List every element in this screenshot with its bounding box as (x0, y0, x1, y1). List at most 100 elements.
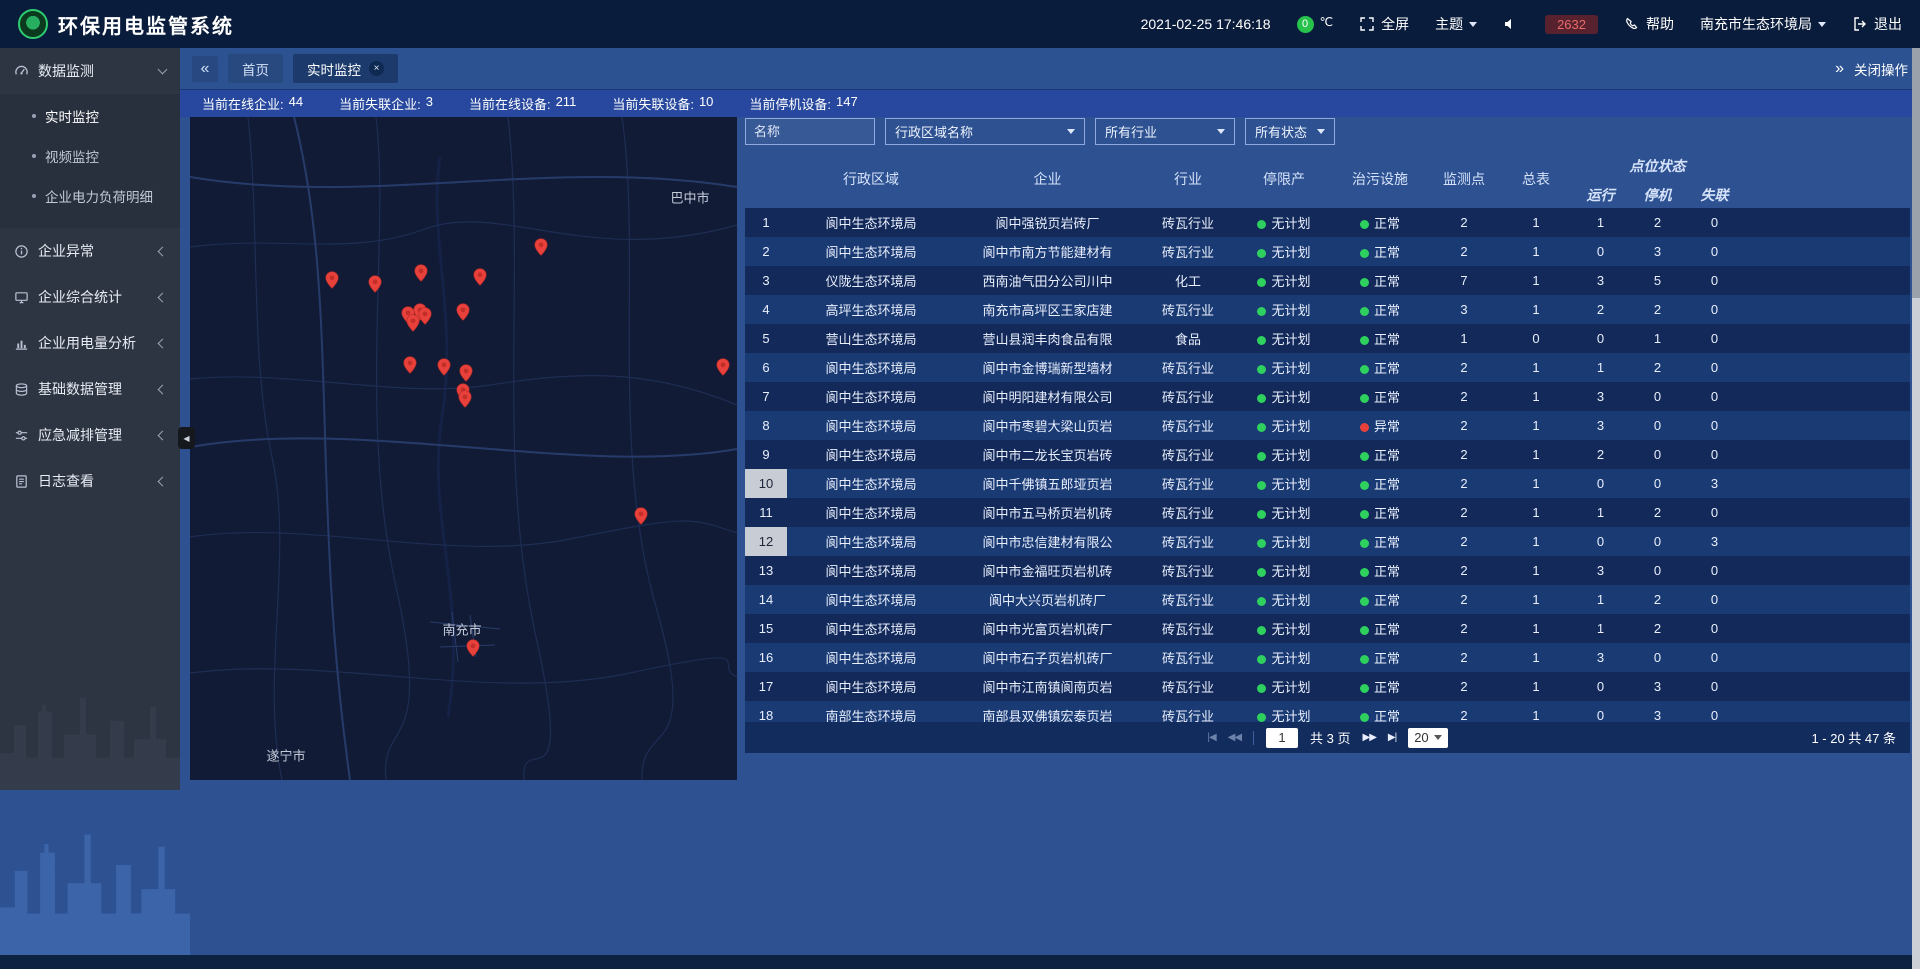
table-row[interactable]: 1阆中生态环境局阆中强锐页岩砖厂砖瓦行业无计划正常21120 (745, 208, 1910, 237)
notification-count-badge[interactable]: 2632 (1545, 15, 1598, 34)
stat-value: 147 (836, 94, 858, 113)
collapse-panel-button[interactable]: ◀ (178, 427, 195, 449)
cell-limit: 无计划 (1236, 498, 1332, 527)
col-status-group: 点位状态 (1572, 150, 1743, 182)
sidebar-item[interactable]: 企业综合统计 (0, 274, 180, 320)
table-row[interactable]: 2阆中生态环境局阆中市南方节能建材有砖瓦行业无计划正常21030 (745, 237, 1910, 266)
sidebar-subitem[interactable]: 视频监控 (0, 136, 180, 176)
cell-lost: 0 (1686, 498, 1743, 527)
table-row[interactable]: 12阆中生态环境局阆中市忠信建材有限公砖瓦行业无计划正常21003 (745, 527, 1910, 556)
help-button[interactable]: 帮助 (1624, 14, 1674, 34)
stat-value: 44 (289, 94, 303, 113)
logout-button[interactable]: 退出 (1852, 14, 1902, 34)
map-marker[interactable] (366, 272, 385, 296)
status-dot-green (1360, 307, 1369, 316)
cell-industry: 砖瓦行业 (1140, 672, 1236, 701)
sidebar-item[interactable]: 基础数据管理 (0, 366, 180, 412)
table-row[interactable]: 13阆中生态环境局阆中市金福旺页岩机砖砖瓦行业无计划正常21300 (745, 556, 1910, 585)
cell-filler (1743, 208, 1910, 237)
sidebar-item[interactable]: 企业异常 (0, 228, 180, 274)
page-size-select[interactable]: 20 (1408, 728, 1447, 748)
status-dot-green (1360, 220, 1369, 229)
cell-limit: 无计划 (1236, 440, 1332, 469)
chevron-down-icon (1217, 129, 1225, 134)
sidebar-item[interactable]: 应急减排管理 (0, 412, 180, 458)
status-select[interactable]: 所有状态 (1245, 118, 1335, 145)
status-dot-green (1257, 626, 1266, 635)
map-marker[interactable] (632, 504, 651, 528)
chevron-down-icon (158, 65, 168, 75)
industry-select-value: 所有行业 (1105, 122, 1157, 141)
sidebar-item[interactable]: 企业用电量分析 (0, 320, 180, 366)
first-page-button[interactable]: |◀ (1207, 732, 1215, 743)
table-row[interactable]: 10阆中生态环境局阆中千佛镇五郎垭页岩砖瓦行业无计划正常21003 (745, 469, 1910, 498)
close-operations-button[interactable]: » 关闭操作 (1835, 59, 1908, 79)
table-row[interactable]: 17阆中生态环境局阆中市江南镇阆南页岩砖瓦行业无计划正常21030 (745, 672, 1910, 701)
name-search-input[interactable] (745, 118, 875, 145)
table-row[interactable]: 6阆中生态环境局阆中市金博瑞新型墙材砖瓦行业无计划正常21120 (745, 353, 1910, 382)
map-marker[interactable] (471, 265, 490, 289)
theme-dropdown[interactable]: 主题 (1435, 14, 1477, 34)
cell-industry: 砖瓦行业 (1140, 643, 1236, 672)
industry-select[interactable]: 所有行业 (1095, 118, 1235, 145)
last-page-button[interactable]: ▶| (1388, 732, 1396, 743)
col-stop: 停机 (1629, 182, 1686, 208)
fullscreen-label: 全屏 (1381, 14, 1409, 34)
cell-lost: 3 (1686, 469, 1743, 498)
cell-region: 阆中生态环境局 (787, 585, 955, 614)
prev-page-button[interactable]: ◀◀ (1228, 732, 1241, 743)
cell-stop: 0 (1629, 382, 1686, 411)
map-marker[interactable] (454, 300, 473, 324)
sidebar-item-label: 应急减排管理 (38, 425, 122, 445)
map-roads-decoration (190, 117, 737, 780)
fullscreen-button[interactable]: 全屏 (1359, 14, 1409, 34)
cell-industry: 砖瓦行业 (1140, 701, 1236, 722)
table-row[interactable]: 5营山生态环境局营山县润丰肉食品有限食品无计划正常10010 (745, 324, 1910, 353)
cell-company: 阆中市南方节能建材有 (955, 237, 1140, 266)
map-marker[interactable] (401, 353, 420, 377)
tab-realtime-monitor[interactable]: 实时监控 × (293, 54, 398, 83)
map-marker[interactable] (435, 355, 454, 379)
close-tab-icon[interactable]: × (369, 61, 384, 76)
tabs-scroll-left-button[interactable]: « (192, 56, 218, 82)
map-marker[interactable] (404, 311, 423, 335)
close-operations-label: 关闭操作 (1854, 59, 1908, 79)
map-marker[interactable] (714, 355, 733, 379)
cell-points: 2 (1428, 208, 1500, 237)
table-row[interactable]: 3仪陇生态环境局西南油气田分公司川中化工无计划正常71350 (745, 266, 1910, 295)
page-number-input[interactable] (1266, 728, 1298, 748)
map-marker[interactable] (456, 387, 475, 411)
table-row[interactable]: 18南部生态环境局南部县双佛镇宏泰页岩砖瓦行业无计划正常21030 (745, 701, 1910, 722)
table-row[interactable]: 7阆中生态环境局阆中明阳建材有限公司砖瓦行业无计划正常21300 (745, 382, 1910, 411)
sidebar-item[interactable]: 数据监测 (0, 48, 180, 94)
map-marker[interactable] (323, 268, 342, 292)
table-row[interactable]: 15阆中生态环境局阆中市光富页岩机砖厂砖瓦行业无计划正常21120 (745, 614, 1910, 643)
cell-lost: 0 (1686, 208, 1743, 237)
chevron-left-icon (158, 384, 168, 394)
status-dot-green (1360, 713, 1369, 722)
speaker-button[interactable] (1503, 16, 1519, 32)
map-marker[interactable] (412, 261, 431, 285)
table-row[interactable]: 14阆中生态环境局阆中大兴页岩机砖厂砖瓦行业无计划正常21120 (745, 585, 1910, 614)
tab-home[interactable]: 首页 (228, 54, 283, 83)
table-row[interactable]: 9阆中生态环境局阆中市二龙长宝页岩砖砖瓦行业无计划正常21200 (745, 440, 1910, 469)
cell-facility: 正常 (1332, 701, 1428, 722)
page-scrollbar[interactable] (1912, 48, 1920, 969)
sidebar-subitem[interactable]: 实时监控 (0, 96, 180, 136)
org-dropdown[interactable]: 南充市生态环境局 (1700, 14, 1826, 34)
next-page-button[interactable]: ▶▶ (1363, 732, 1376, 743)
chevron-left-icon (158, 430, 168, 440)
sidebar-item-label: 企业综合统计 (38, 287, 122, 307)
sidebar-subitem[interactable]: 企业电力负荷明细 (0, 176, 180, 216)
map-canvas[interactable]: 巴中市南充市遂宁市 (190, 117, 737, 780)
map-marker[interactable] (532, 235, 551, 259)
table-row[interactable]: 8阆中生态环境局阆中市枣碧大梁山页岩砖瓦行业无计划异常21300 (745, 411, 1910, 440)
stat-value: 3 (426, 94, 433, 113)
table-row[interactable]: 16阆中生态环境局阆中市石子页岩机砖厂砖瓦行业无计划正常21300 (745, 643, 1910, 672)
sidebar-item[interactable]: 日志查看 (0, 458, 180, 504)
table-row[interactable]: 11阆中生态环境局阆中市五马桥页岩机砖砖瓦行业无计划正常21120 (745, 498, 1910, 527)
table-row[interactable]: 4高坪生态环境局南充市高坪区王家店建砖瓦行业无计划正常31220 (745, 295, 1910, 324)
region-select[interactable]: 行政区域名称 (885, 118, 1085, 145)
map-marker[interactable] (464, 636, 483, 660)
scrollbar-thumb[interactable] (1912, 48, 1920, 298)
